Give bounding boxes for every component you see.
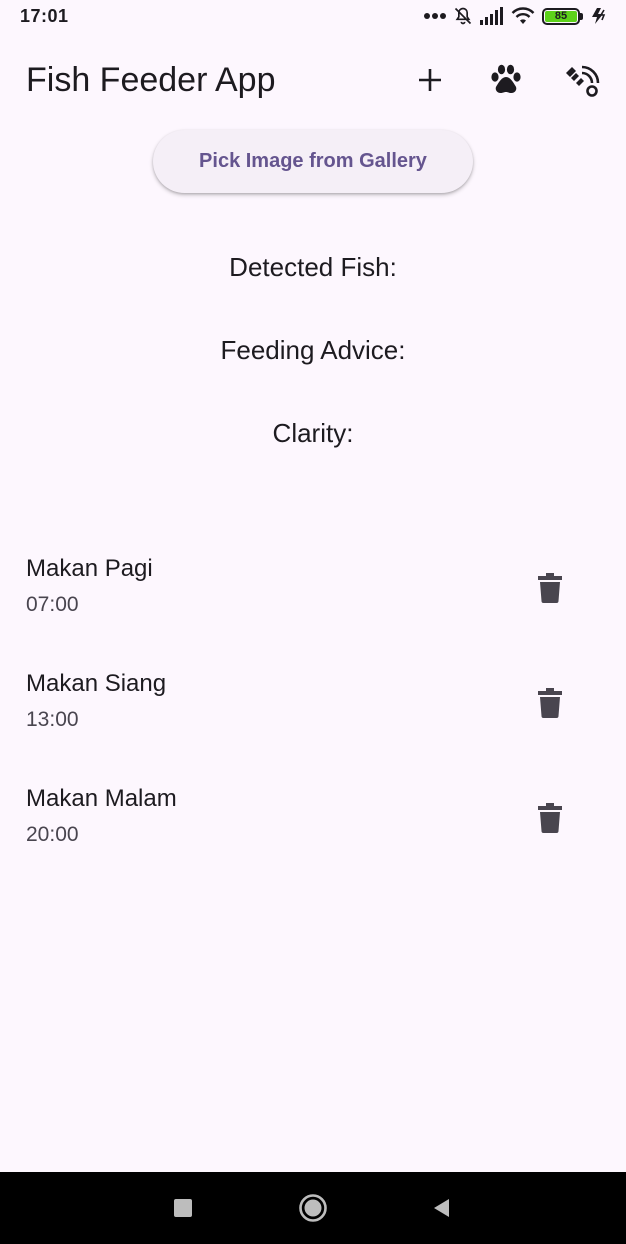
schedule-time: 13:00 — [26, 708, 79, 731]
app-title: Fish Feeder App — [26, 60, 276, 99]
home-button[interactable] — [297, 1192, 329, 1224]
signal-icon — [480, 7, 504, 25]
add-icon — [419, 69, 441, 91]
status-bar: 17:01 85 — [0, 0, 626, 32]
list-item[interactable]: Makan Siang 13:00 — [0, 655, 626, 770]
battery-level: 85 — [545, 10, 577, 22]
delete-button[interactable] — [526, 679, 574, 727]
app-bar: Fish Feeder App — [0, 40, 626, 120]
recents-button[interactable] — [167, 1192, 199, 1224]
notifications-off-icon — [453, 6, 473, 26]
recents-icon — [174, 1199, 192, 1217]
trash-icon — [538, 573, 562, 603]
trash-icon — [538, 688, 562, 718]
feeder-icon — [566, 65, 600, 97]
schedule-name: Makan Malam — [26, 785, 177, 812]
home-icon — [299, 1194, 327, 1222]
schedule-time: 20:00 — [26, 823, 79, 846]
wifi-icon — [511, 7, 535, 25]
add-button[interactable] — [406, 56, 454, 104]
charging-icon — [590, 7, 608, 25]
schedule-name: Makan Siang — [26, 670, 167, 697]
feeding-schedule-list: Makan Pagi 07:00 Makan Siang 13:00 Makan… — [0, 540, 626, 885]
navigation-bar — [0, 1172, 626, 1244]
clarity-label: Clarity: — [272, 418, 354, 448]
more-dots-icon — [424, 12, 446, 20]
schedule-name: Makan Pagi — [26, 555, 153, 582]
paw-icon — [491, 64, 521, 93]
list-item[interactable]: Makan Pagi 07:00 — [0, 540, 626, 655]
app-screen: 17:01 85 Fish Feeder App Pick Image from… — [0, 0, 626, 1244]
battery-icon: 85 — [542, 7, 583, 25]
schedule-time: 07:00 — [26, 593, 79, 616]
feeding-advice-label: Feeding Advice: — [220, 335, 406, 365]
pet-button[interactable] — [482, 56, 530, 104]
back-icon — [434, 1199, 449, 1217]
delete-button[interactable] — [526, 564, 574, 612]
detected-fish-label: Detected Fish: — [229, 252, 397, 282]
app-bar-actions — [406, 56, 606, 104]
back-button[interactable] — [425, 1192, 457, 1224]
pick-image-button[interactable]: Pick Image from Gallery — [153, 130, 473, 193]
list-item[interactable]: Makan Malam 20:00 — [0, 770, 626, 885]
status-icons: 85 — [424, 6, 608, 26]
delete-button[interactable] — [526, 794, 574, 842]
feeder-button[interactable] — [558, 56, 606, 104]
trash-icon — [538, 803, 562, 833]
status-time: 17:01 — [20, 5, 69, 26]
